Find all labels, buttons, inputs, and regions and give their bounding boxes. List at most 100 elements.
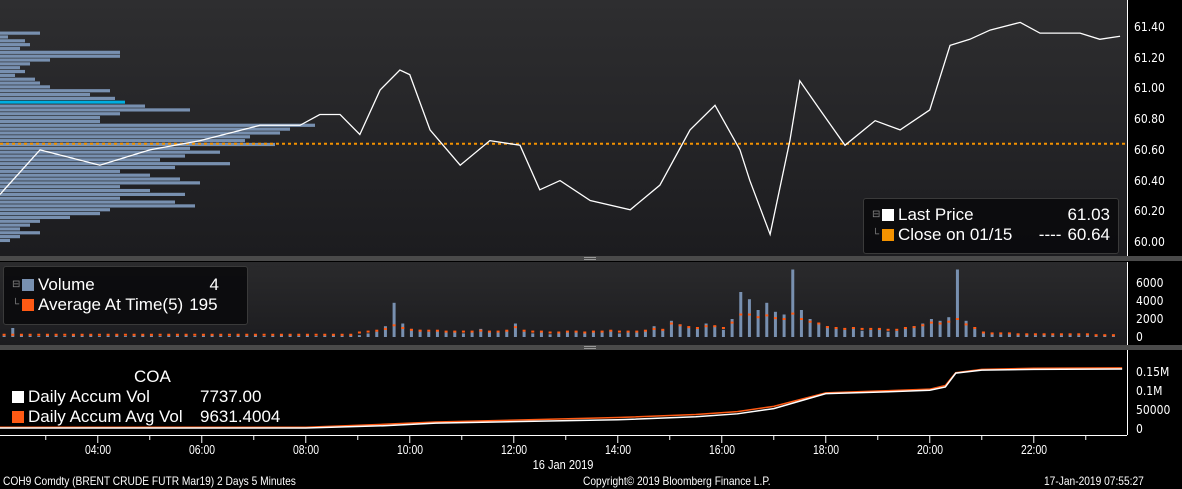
avg-at-time-dot: [357, 331, 361, 334]
avg-at-time-dot: [297, 333, 301, 336]
avg-at-time-dot: [938, 322, 942, 325]
avg-at-time-dot: [990, 332, 994, 335]
avg-at-time-dot: [37, 333, 41, 336]
avg-at-time-dot: [652, 327, 656, 330]
collapse-icon[interactable]: ⊟: [872, 205, 882, 225]
tree-branch-icon: └: [12, 299, 20, 310]
volume-bar: [531, 333, 535, 337]
volume-bar: [496, 332, 500, 337]
volume-profile-bar: [0, 173, 150, 177]
avg-at-time-dot: [349, 333, 353, 336]
volume-profile-bar: [0, 104, 145, 108]
volume-bar: [799, 310, 803, 337]
avg-at-time-dot: [687, 326, 691, 329]
price-tick-label: 60.40: [1134, 173, 1165, 188]
volume-tick-label: 2000: [1136, 312, 1164, 326]
volume-profile-bar: [0, 39, 25, 43]
volume-bar: [37, 336, 41, 337]
avg-at-time-dot: [184, 333, 188, 336]
avg-at-time-dot: [626, 330, 630, 333]
last-price-swatch: [882, 209, 894, 221]
avg-swatch: [22, 299, 34, 311]
accum-vol-swatch: [12, 391, 24, 403]
accum-tick-label: 0.1M: [1136, 384, 1163, 398]
avg-at-time-dot: [271, 333, 275, 336]
avg-at-time-dot: [479, 329, 483, 332]
avg-at-time-dot: [583, 331, 587, 334]
volume-profile-bar: [0, 192, 185, 196]
volume-bar: [375, 331, 379, 337]
avg-at-time-dot: [531, 330, 535, 333]
volume-bar: [895, 330, 899, 337]
volume-bar: [262, 336, 266, 337]
avg-at-time-dot: [799, 318, 803, 320]
avg-value: 195: [189, 295, 218, 314]
volume-profile-bar: [0, 139, 245, 143]
volume-profile-bar: [0, 58, 50, 62]
avg-at-time-dot: [392, 324, 396, 327]
avg-at-time-dot: [487, 330, 491, 333]
volume-bar: [227, 336, 231, 337]
pane-resize-handle[interactable]: [0, 256, 1182, 261]
volume-profile-bar: [0, 219, 40, 223]
avg-at-time-dot: [851, 327, 855, 329]
volume-pane[interactable]: 6000 4000 2000 0 ⊟ Volume 4 └ Average At Time(…: [0, 262, 1182, 345]
volume-bar: [756, 310, 760, 337]
volume-bar: [1094, 336, 1098, 337]
avg-at-time-dot: [45, 333, 49, 336]
avg-at-time-dot: [97, 333, 101, 336]
volume-bar: [999, 334, 1003, 337]
volume-profile-bar: [0, 204, 195, 208]
volume-label: Volume: [38, 275, 95, 294]
volume-profile-bar: [0, 119, 100, 124]
volume-bar: [175, 335, 179, 337]
collapse-icon[interactable]: ⊟: [12, 275, 22, 295]
avg-at-time-dot: [106, 333, 110, 336]
volume-bar: [860, 330, 864, 337]
time-tick-label: 18:00: [812, 442, 839, 457]
volume-profile-bar: [0, 162, 230, 166]
avg-at-time-dot: [955, 318, 959, 320]
close-dashes: ----: [1038, 225, 1062, 244]
volume-profile-bar: [0, 200, 175, 204]
volume-tick-label: 6000: [1136, 276, 1164, 290]
price-tick-label: 60.60: [1134, 142, 1165, 157]
avg-at-time-dot: [366, 330, 370, 333]
grip-icon: [584, 346, 596, 349]
avg-at-time-dot: [1068, 333, 1072, 336]
date-label: 16 Jan 2019: [532, 457, 594, 472]
price-chart-pane[interactable]: 61.40 61.20 61.00 60.80 60.60 60.40 60.20 60.00…: [0, 0, 1182, 256]
volume-profile-bar: [0, 196, 120, 200]
volume-profile-bar: [0, 89, 110, 93]
avg-at-time-dot: [1007, 332, 1011, 335]
avg-at-time-dot: [245, 333, 249, 336]
volume-legend: ⊟ Volume 4 └ Average At Time(5) 195: [3, 266, 248, 325]
time-tick-label: 08:00: [292, 442, 319, 457]
avg-at-time-dot: [193, 333, 197, 336]
accum-pane[interactable]: 0.15M 0.1M 50000 0 COA Daily Accum Vol 7737.…: [0, 350, 1182, 436]
avg-at-time-dot: [288, 333, 292, 336]
volume-bar: [314, 336, 318, 337]
volume-bar: [548, 334, 552, 337]
volume-profile-bar: [0, 208, 110, 212]
avg-at-time-dot: [401, 327, 405, 329]
avg-at-time-dot: [435, 329, 439, 332]
volume-profile-bar: [0, 227, 20, 231]
volume-bar: [713, 326, 717, 337]
volume-bar: [661, 329, 665, 337]
avg-at-time-dot: [505, 329, 509, 332]
volume-bar: [158, 336, 162, 337]
avg-at-time-dot: [496, 330, 500, 333]
volume-bar: [522, 331, 526, 337]
time-tick-label: 20:00: [916, 442, 943, 457]
avg-at-time-dot: [175, 333, 179, 336]
avg-at-time-dot: [964, 323, 968, 326]
avg-at-time-dot: [912, 326, 916, 329]
volume-bar: [357, 335, 361, 337]
avg-at-time-dot: [973, 327, 977, 329]
avg-at-time-dot: [730, 321, 734, 324]
avg-at-time-dot: [886, 328, 890, 331]
accum-avg-value: 9631.4004: [200, 407, 281, 426]
avg-at-time-dot: [591, 330, 595, 333]
volume-bar: [687, 328, 691, 337]
